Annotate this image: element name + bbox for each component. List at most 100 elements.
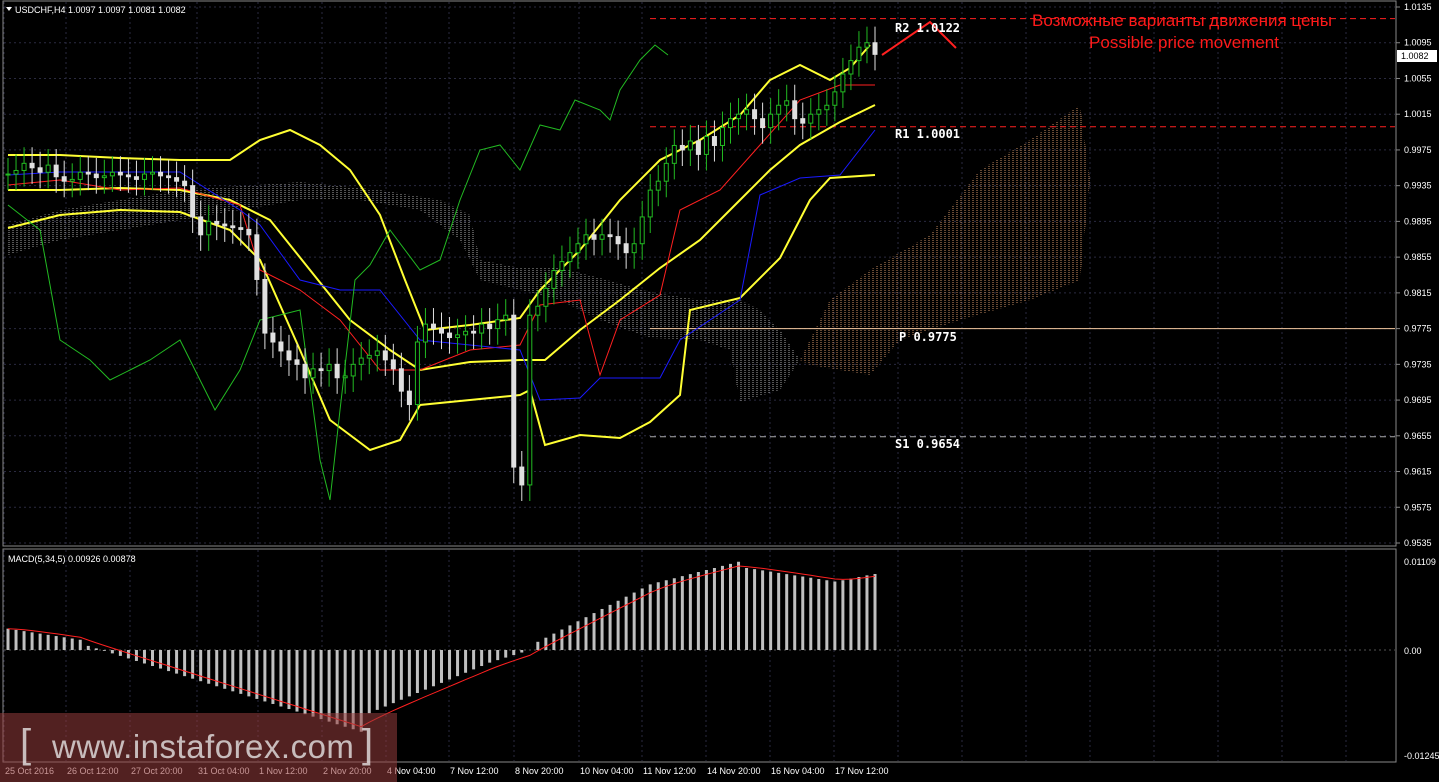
macd-tick-label: 0.01109 bbox=[1404, 557, 1436, 567]
price-tick-label: 0.9775 bbox=[1404, 324, 1432, 334]
candle-body bbox=[294, 359, 300, 365]
candle-body bbox=[439, 328, 444, 334]
bollinger-upper bbox=[8, 44, 871, 332]
price-axis: 1.0135 1.0095 1.0055 1.0015 0.9975 0.9935 0.98… bbox=[1396, 2, 1432, 548]
candle-body bbox=[800, 118, 806, 124]
candle-body bbox=[623, 243, 629, 254]
candle-body bbox=[302, 363, 308, 379]
candles bbox=[5, 26, 878, 502]
candle-body bbox=[519, 466, 525, 486]
time-tick-label: 8 Nov 20:00 bbox=[515, 766, 564, 776]
candle-body bbox=[125, 174, 131, 178]
candle-body bbox=[471, 330, 477, 334]
candle-body bbox=[69, 178, 75, 182]
candle-body bbox=[61, 176, 67, 182]
price-tick-label: 0.9855 bbox=[1404, 252, 1432, 262]
candle-body bbox=[856, 46, 862, 62]
time-tick-label: 7 Nov 12:00 bbox=[450, 766, 499, 776]
candle-body bbox=[687, 140, 693, 151]
candle-body bbox=[495, 319, 501, 330]
candle-body bbox=[824, 104, 830, 111]
time-tick-label: 16 Nov 04:00 bbox=[771, 766, 825, 776]
candle-body bbox=[382, 350, 388, 361]
level-label-p: P 0.9775 bbox=[899, 330, 957, 344]
candle-body bbox=[655, 180, 661, 191]
chart-canvas[interactable]: 1.0135 1.0095 1.0055 1.0015 0.9975 0.9935 0.98… bbox=[0, 0, 1439, 782]
candle-body bbox=[647, 189, 653, 218]
current-price-label: 1.0082 bbox=[1401, 51, 1429, 61]
candle-body bbox=[398, 368, 404, 392]
note-title-ru: Возможные варианты движения цены bbox=[1032, 11, 1332, 30]
candle-body bbox=[318, 368, 324, 372]
candle-body bbox=[527, 314, 533, 486]
candle-body bbox=[487, 323, 493, 330]
candle-body bbox=[591, 234, 597, 240]
candle-body bbox=[422, 323, 428, 343]
candle-body bbox=[366, 354, 372, 359]
candle-body bbox=[808, 113, 814, 124]
candle-body bbox=[768, 113, 774, 129]
candle-body bbox=[342, 375, 348, 379]
candle-body bbox=[736, 113, 742, 120]
candle-body bbox=[406, 390, 412, 406]
candle-body bbox=[639, 216, 645, 245]
time-tick-label: 17 Nov 12:00 bbox=[835, 766, 889, 776]
price-tick-label: 1.0015 bbox=[1404, 109, 1432, 119]
time-tick-label: 14 Nov 20:00 bbox=[707, 766, 761, 776]
candle-body bbox=[575, 243, 581, 254]
candle-body bbox=[53, 164, 59, 178]
candle-body bbox=[246, 228, 252, 236]
candle-body bbox=[358, 357, 364, 365]
candle-body bbox=[848, 60, 854, 75]
candle-body bbox=[141, 173, 147, 180]
candle-body bbox=[551, 270, 557, 289]
candle-body bbox=[671, 144, 677, 164]
candle-body bbox=[21, 162, 27, 171]
candle-body bbox=[503, 314, 509, 321]
candle-body bbox=[728, 118, 733, 129]
candle-body bbox=[607, 234, 613, 238]
candle-body bbox=[872, 42, 878, 55]
symbol-label: USDCHF,H4 1.0097 1.0097 1.0081 1.0082 bbox=[15, 5, 186, 15]
price-tick-label: 1.0135 bbox=[1404, 2, 1432, 12]
candle-body bbox=[776, 104, 782, 115]
candle-body bbox=[559, 261, 565, 272]
candle-body bbox=[543, 287, 549, 307]
candle-body bbox=[663, 162, 669, 182]
macd-signal-line bbox=[7, 565, 876, 728]
candle-body bbox=[430, 323, 436, 330]
candle-body bbox=[390, 359, 396, 370]
candle-body bbox=[270, 332, 276, 343]
macd-tick-label: 0.00 bbox=[1404, 646, 1422, 656]
candle-body bbox=[198, 216, 204, 236]
price-tick-label: 0.9575 bbox=[1404, 502, 1432, 512]
candle-body bbox=[511, 314, 517, 468]
candle-body bbox=[230, 225, 236, 229]
candle-body bbox=[278, 341, 284, 352]
candle-body bbox=[792, 100, 798, 120]
macd-histogram bbox=[4, 561, 1395, 732]
candle-body bbox=[832, 91, 838, 106]
candle-body bbox=[93, 173, 99, 179]
note-title-en: Possible price movement bbox=[1089, 33, 1279, 52]
dropdown-arrow-icon[interactable] bbox=[6, 7, 12, 11]
candle-body bbox=[719, 127, 725, 146]
candle-body bbox=[583, 234, 589, 245]
candle-body bbox=[85, 171, 91, 175]
watermark-text[interactable]: www.instaforex.com bbox=[52, 728, 354, 766]
candle-body bbox=[326, 363, 332, 372]
candle-body bbox=[350, 363, 356, 377]
price-tick-label: 1.0055 bbox=[1404, 73, 1432, 83]
candle-body bbox=[535, 305, 541, 316]
price-tick-label: 0.9615 bbox=[1404, 467, 1432, 477]
candle-body bbox=[182, 180, 188, 187]
candle-body bbox=[864, 42, 870, 48]
candle-body bbox=[286, 350, 292, 361]
candle-body bbox=[455, 334, 461, 339]
level-label-s1: S1 0.9654 bbox=[895, 437, 960, 451]
price-tick-label: 0.9655 bbox=[1404, 431, 1432, 441]
candle-body bbox=[374, 350, 380, 356]
candle-body bbox=[447, 332, 453, 339]
candle-body bbox=[703, 136, 709, 155]
candle-body bbox=[190, 185, 196, 218]
